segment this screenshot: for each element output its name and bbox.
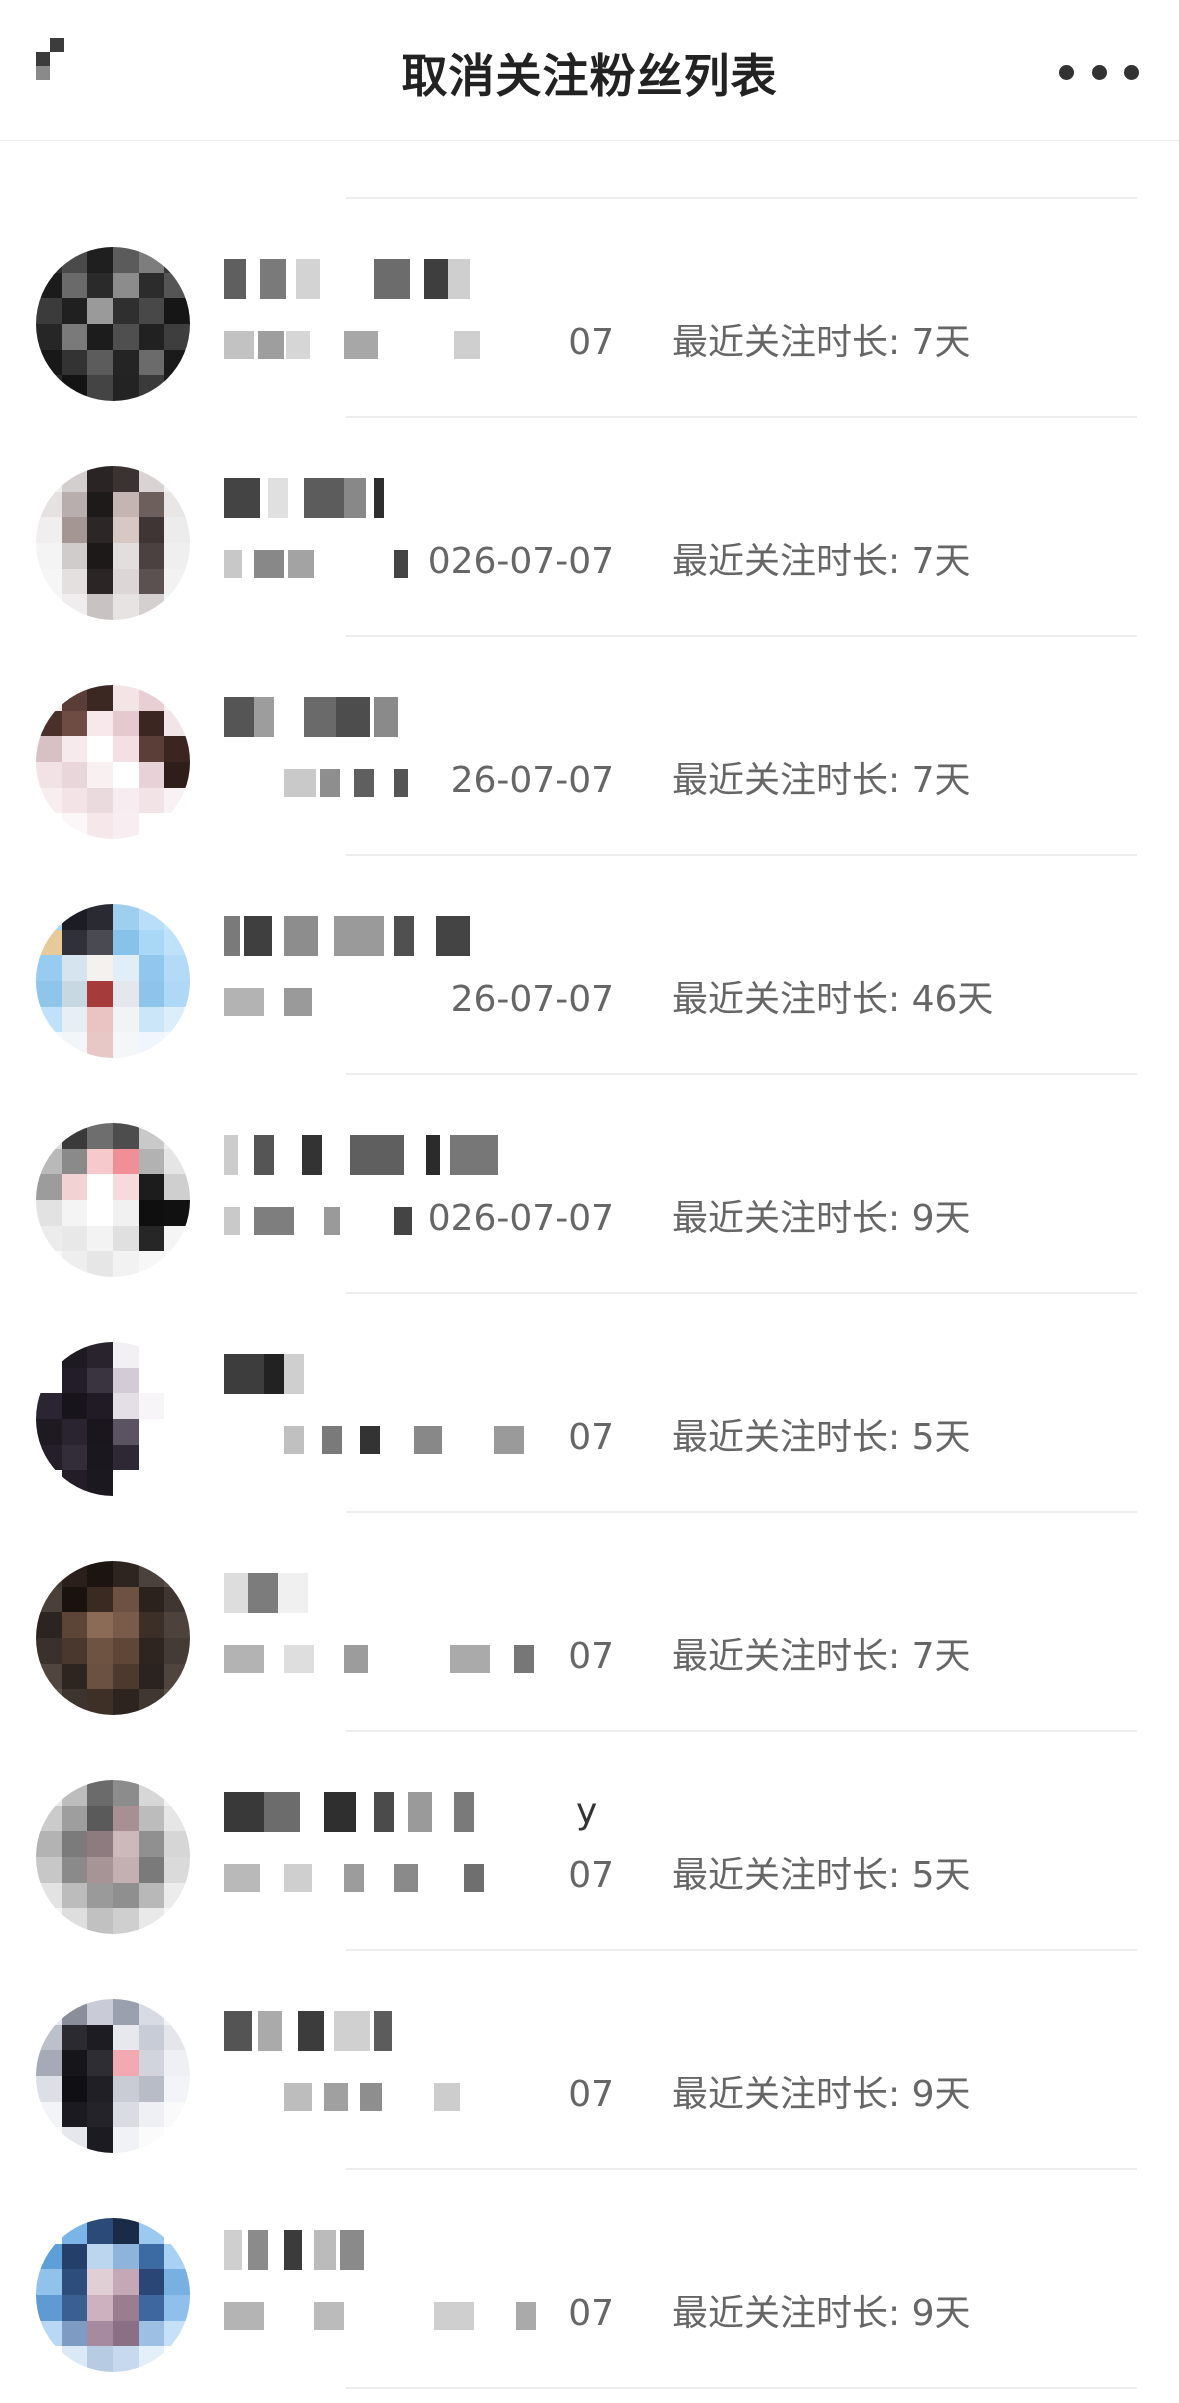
nickname [224,1135,644,1181]
nickname [224,2230,644,2276]
more-options-icon[interactable] [1059,50,1139,94]
nickname [224,2011,644,2057]
back-icon[interactable] [30,36,76,92]
nickname [224,1573,644,1619]
avatar[interactable] [36,904,190,1058]
follow-duration-label: 最近关注时长: [672,1417,912,1458]
follow-duration: 最近关注时长: 7天 [672,323,970,363]
fan-list-item[interactable]: 026-07-07 最近关注时长: 9天 [0,1075,1179,1294]
avatar[interactable] [36,466,190,620]
follow-duration: 最近关注时长: 9天 [672,2075,970,2115]
row-divider [346,2387,1137,2389]
follow-duration-value: 7天 [911,322,971,363]
follow-duration: 最近关注时长: 7天 [672,542,970,582]
follow-date: 026-07-07 [224,1199,614,1239]
follow-date-text: 026-07-07 [427,541,614,582]
follow-date-text: 07 [568,1417,614,1458]
nickname [224,259,644,305]
nickname [224,697,644,743]
follow-duration-value: 9天 [911,1198,971,1239]
fan-list-item[interactable]: 07 最近关注时长: 9天 [0,2170,1179,2389]
follow-duration-label: 最近关注时长: [672,760,912,801]
follow-date: 07 [224,1856,614,1896]
follow-duration-label: 最近关注时长: [672,2074,912,2115]
follow-date-text: 07 [568,2293,614,2334]
nickname-visible-text: y [576,1791,598,1832]
follow-date: 07 [224,323,614,363]
follow-duration-label: 最近关注时长: [672,541,912,582]
fan-list-item[interactable]: 07 最近关注时长: 7天 [0,1513,1179,1732]
follow-duration-value: 7天 [911,541,971,582]
fan-list-item[interactable]: 26-07-07 最近关注时长: 46天 [0,856,1179,1075]
follow-duration-value: 7天 [911,760,971,801]
avatar[interactable] [36,247,190,401]
follow-date: 07 [224,2075,614,2115]
avatar[interactable] [36,1780,190,1934]
nickname [224,1354,644,1400]
follow-duration-label: 最近关注时长: [672,1198,912,1239]
avatar[interactable] [36,1123,190,1277]
follow-duration-value: 5天 [911,1855,971,1896]
fan-list-item[interactable]: 026-07-07 最近关注时长: 7天 [0,418,1179,637]
follow-duration: 最近关注时长: 7天 [672,761,970,801]
nickname [224,916,644,962]
follow-duration-label: 最近关注时长: [672,1636,912,1677]
follow-date: 07 [224,1418,614,1458]
follow-duration: 最近关注时长: 5天 [672,1418,970,1458]
avatar[interactable] [36,1561,190,1715]
avatar[interactable] [36,1342,190,1496]
follow-duration: 最近关注时长: 7天 [672,1637,970,1677]
follow-duration-label: 最近关注时长: [672,979,912,1020]
follow-date-text: 26-07-07 [450,760,614,801]
follow-duration: 最近关注时长: 9天 [672,1199,970,1239]
nav-header: 取消关注粉丝列表 [0,0,1179,141]
follow-date-text: 26-07-07 [450,979,614,1020]
follow-date-text: 07 [568,2074,614,2115]
follow-date: 026-07-07 [224,542,614,582]
follow-date: 26-07-07 [224,980,614,1020]
follow-date-text: 07 [568,1636,614,1677]
fan-list-item[interactable]: 07 最近关注时长: 5天 [0,1294,1179,1513]
follow-duration-value: 9天 [911,2074,971,2115]
follow-date-text: 07 [568,1855,614,1896]
fan-list-item[interactable]: 07 最近关注时长: 9天 [0,1951,1179,2170]
follow-date: 07 [224,1637,614,1677]
follow-date-text: 026-07-07 [427,1198,614,1239]
avatar[interactable] [36,685,190,839]
fan-list-item[interactable]: y 07 最近关注时长: 5天 [0,1732,1179,1951]
follow-duration: 最近关注时长: 5天 [672,1856,970,1896]
page-title: 取消关注粉丝列表 [401,49,778,103]
follow-duration-label: 最近关注时长: [672,1855,912,1896]
follow-duration-value: 7天 [911,1636,971,1677]
nickname: y [224,1792,644,1838]
fan-list-item[interactable]: 26-07-07 最近关注时长: 7天 [0,637,1179,856]
follow-duration-label: 最近关注时长: [672,2293,912,2334]
avatar[interactable] [36,2218,190,2372]
avatar[interactable] [36,1999,190,2153]
nickname [224,478,644,524]
follow-date: 26-07-07 [224,761,614,801]
follow-duration: 最近关注时长: 46天 [672,980,993,1020]
fan-list-item[interactable]: 07 最近关注时长: 7天 [0,199,1179,418]
follow-date-text: 07 [568,322,614,363]
follow-duration: 最近关注时长: 9天 [672,2294,970,2334]
follow-date: 07 [224,2294,614,2334]
unfollowed-fans-list: 07 最近关注时长: 7天 026-07-07 最近关注时长: 7天 26-07-07 最… [0,0,1179,2389]
follow-duration-label: 最近关注时长: [672,322,912,363]
follow-duration-value: 9天 [911,2293,971,2334]
follow-duration-value: 5天 [911,1417,971,1458]
follow-duration-value: 46天 [911,979,994,1020]
